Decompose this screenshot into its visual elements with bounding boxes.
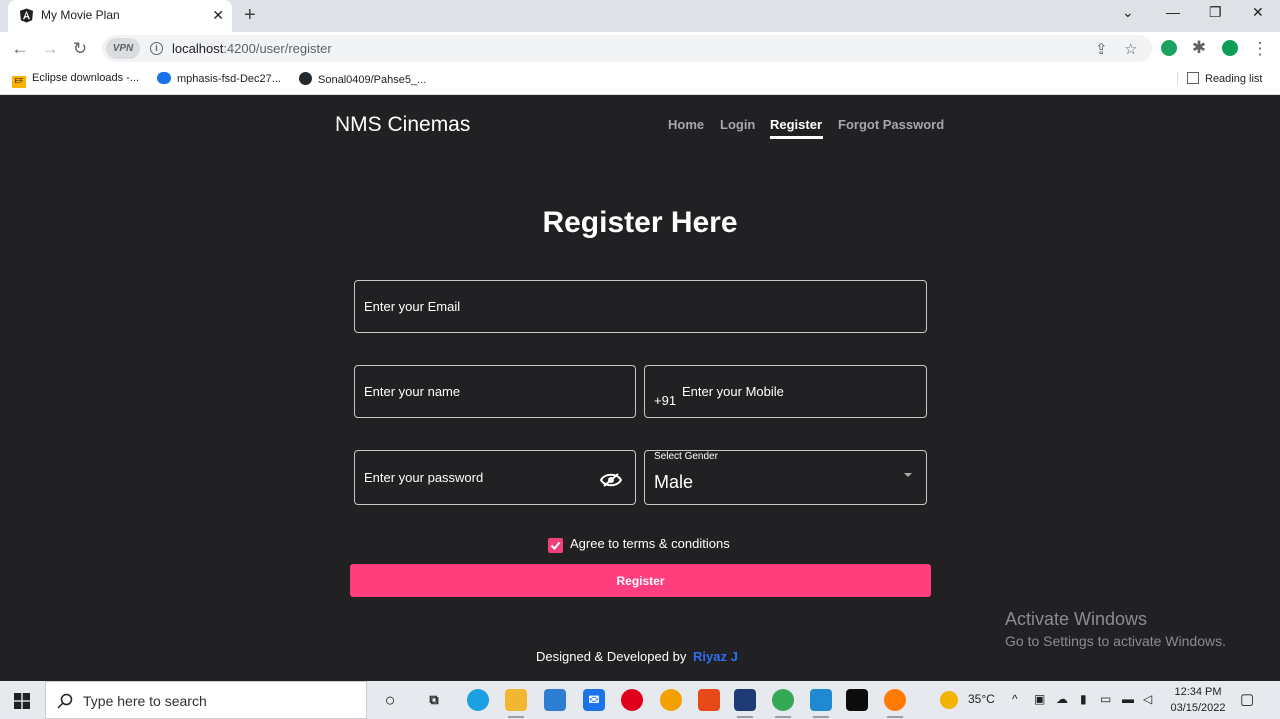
brave-browser-active-icon[interactable] bbox=[884, 689, 906, 718]
app-page: NMS Cinemas Home Login Register Forgot P… bbox=[0, 96, 1280, 680]
footer-author-link[interactable]: Riyaz J bbox=[693, 649, 738, 664]
password-input[interactable] bbox=[364, 451, 594, 504]
active-nav-indicator bbox=[770, 136, 823, 139]
show-hidden-icons-icon[interactable]: ^ bbox=[1012, 692, 1018, 706]
bookmark-onedrive[interactable]: mphasis-fsd-Dec27... bbox=[157, 72, 281, 85]
browser-tab[interactable]: My Movie Plan ✕ bbox=[8, 0, 232, 32]
weather-sun-icon[interactable] bbox=[940, 691, 958, 709]
taskbar-search-box[interactable]: Type here to search bbox=[45, 681, 367, 719]
meet-now-icon[interactable]: ▣ bbox=[1034, 692, 1045, 706]
browser-menu-icon[interactable]: ⋮ bbox=[1249, 38, 1271, 60]
chrome-browser-icon[interactable] bbox=[772, 689, 794, 718]
network-icon[interactable]: ▭ bbox=[1100, 692, 1111, 706]
forward-arrow-icon[interactable]: → bbox=[39, 38, 61, 60]
reading-list-button[interactable]: Reading list bbox=[1177, 72, 1262, 85]
email-input[interactable] bbox=[364, 281, 917, 332]
volume-icon[interactable]: ◁ bbox=[1143, 692, 1152, 706]
tab-title: My Movie Plan bbox=[41, 8, 120, 22]
gender-select-label: Select Gender bbox=[654, 451, 718, 462]
nav-home-link[interactable]: Home bbox=[668, 117, 704, 132]
microsoft-store-icon[interactable] bbox=[544, 689, 566, 711]
dropdown-arrow-icon[interactable] bbox=[904, 473, 912, 477]
address-bar[interactable]: VPN i localhost:4200/user/register ⇪ ☆ bbox=[102, 35, 1152, 62]
visibility-off-icon[interactable] bbox=[600, 473, 622, 487]
country-code-prefix: +91 bbox=[654, 393, 677, 408]
mobile-input[interactable] bbox=[682, 366, 918, 417]
browser-toolbar: ← → ↻ VPN i localhost:4200/user/register… bbox=[0, 32, 1280, 65]
share-icon[interactable]: ⇪ bbox=[1095, 40, 1108, 58]
bookmark-eclipse[interactable]: EF Eclipse downloads -... bbox=[12, 72, 139, 88]
vpn-badge[interactable]: VPN bbox=[106, 38, 140, 59]
github-icon bbox=[299, 72, 312, 85]
bookmark-github[interactable]: Sonal0409/Pahse5_... bbox=[299, 72, 426, 86]
cortana-icon[interactable]: ○ bbox=[379, 689, 401, 711]
mobile-field: +91 bbox=[644, 365, 927, 418]
taskbar-search-placeholder: Type here to search bbox=[83, 693, 207, 709]
new-tab-button[interactable]: + bbox=[244, 4, 256, 27]
footer-credit-text: Designed & Developed by bbox=[536, 649, 687, 664]
activation-watermark-subtitle: Go to Settings to activate Windows. bbox=[1005, 633, 1226, 649]
edge-browser-icon[interactable] bbox=[467, 689, 489, 711]
close-window-icon[interactable]: ✕ bbox=[1252, 4, 1264, 21]
url-text[interactable]: localhost:4200/user/register bbox=[172, 41, 332, 56]
office-icon[interactable] bbox=[698, 689, 720, 711]
opera-browser-icon[interactable] bbox=[621, 689, 643, 711]
bookmarks-bar: EF Eclipse downloads -... mphasis-fsd-Dec… bbox=[0, 65, 1280, 95]
extensions-puzzle-icon[interactable]: ✱ bbox=[1188, 37, 1210, 59]
windows-start-icon[interactable] bbox=[14, 693, 30, 709]
name-input[interactable] bbox=[364, 366, 626, 417]
microphone-icon[interactable]: ▮ bbox=[1080, 692, 1087, 706]
weather-temperature[interactable]: 35°C bbox=[968, 692, 995, 706]
gender-select[interactable]: Select Gender Male bbox=[644, 450, 927, 505]
brave-browser-icon[interactable] bbox=[660, 689, 682, 711]
gender-select-value[interactable]: Male bbox=[654, 472, 693, 493]
password-field bbox=[354, 450, 636, 505]
page-title: Register Here bbox=[542, 206, 738, 239]
vscode-icon[interactable] bbox=[810, 689, 832, 718]
shield-extension-icon[interactable] bbox=[1222, 40, 1238, 56]
nav-login-link[interactable]: Login bbox=[720, 117, 755, 132]
nav-forgot-password-link[interactable]: Forgot Password bbox=[838, 117, 944, 132]
eclipse-foundation-icon: EF bbox=[12, 76, 26, 88]
email-field bbox=[354, 280, 927, 333]
onedrive-tray-icon[interactable]: ☁ bbox=[1056, 692, 1068, 706]
close-tab-icon[interactable]: ✕ bbox=[212, 7, 224, 24]
browser-tabstrip: My Movie Plan ✕ + ⌄ — ❐ ✕ bbox=[0, 0, 1280, 32]
brand-logo-text[interactable]: NMS Cinemas bbox=[335, 113, 470, 137]
terms-checkbox[interactable] bbox=[548, 538, 563, 553]
windows-taskbar: Type here to search ○ ⧉ ✉ 35°C ^ ▣ ☁ ▮ ▭… bbox=[0, 681, 1280, 719]
file-explorer-icon[interactable] bbox=[505, 689, 527, 718]
clock-date: 03/15/2022 bbox=[1170, 702, 1226, 714]
adblock-extension-icon[interactable] bbox=[1161, 40, 1177, 56]
reading-list-icon bbox=[1187, 72, 1199, 84]
terms-label[interactable]: Agree to terms & conditions bbox=[570, 536, 730, 551]
bookmark-star-icon[interactable]: ☆ bbox=[1124, 40, 1137, 58]
mail-icon[interactable]: ✉ bbox=[583, 689, 605, 711]
reload-icon[interactable]: ↻ bbox=[69, 38, 91, 60]
checkmark-icon bbox=[550, 541, 561, 550]
restore-icon[interactable]: ❐ bbox=[1209, 4, 1222, 21]
task-view-icon[interactable]: ⧉ bbox=[423, 689, 445, 711]
search-icon bbox=[57, 693, 73, 709]
battery-icon[interactable]: ▬ bbox=[1122, 692, 1134, 706]
clock-time: 12:34 PM bbox=[1174, 686, 1222, 698]
activation-watermark-title: Activate Windows bbox=[1005, 609, 1148, 629]
angular-icon bbox=[19, 8, 34, 23]
name-field bbox=[354, 365, 636, 418]
tab-search-icon[interactable]: ⌄ bbox=[1122, 4, 1134, 21]
minimize-icon[interactable]: — bbox=[1166, 4, 1180, 20]
notifications-icon[interactable]: ▢ bbox=[1240, 690, 1254, 708]
nav-register-link[interactable]: Register bbox=[770, 117, 822, 132]
site-info-icon[interactable]: i bbox=[150, 42, 163, 55]
system-clock[interactable]: 12:34 PM 03/15/2022 bbox=[1168, 684, 1228, 716]
eclipse-ide-icon[interactable] bbox=[734, 689, 756, 718]
onedrive-cloud-icon bbox=[157, 72, 171, 84]
terminal-icon[interactable] bbox=[846, 689, 868, 711]
back-arrow-icon[interactable]: ← bbox=[9, 38, 31, 60]
register-button[interactable]: Register bbox=[350, 564, 931, 597]
